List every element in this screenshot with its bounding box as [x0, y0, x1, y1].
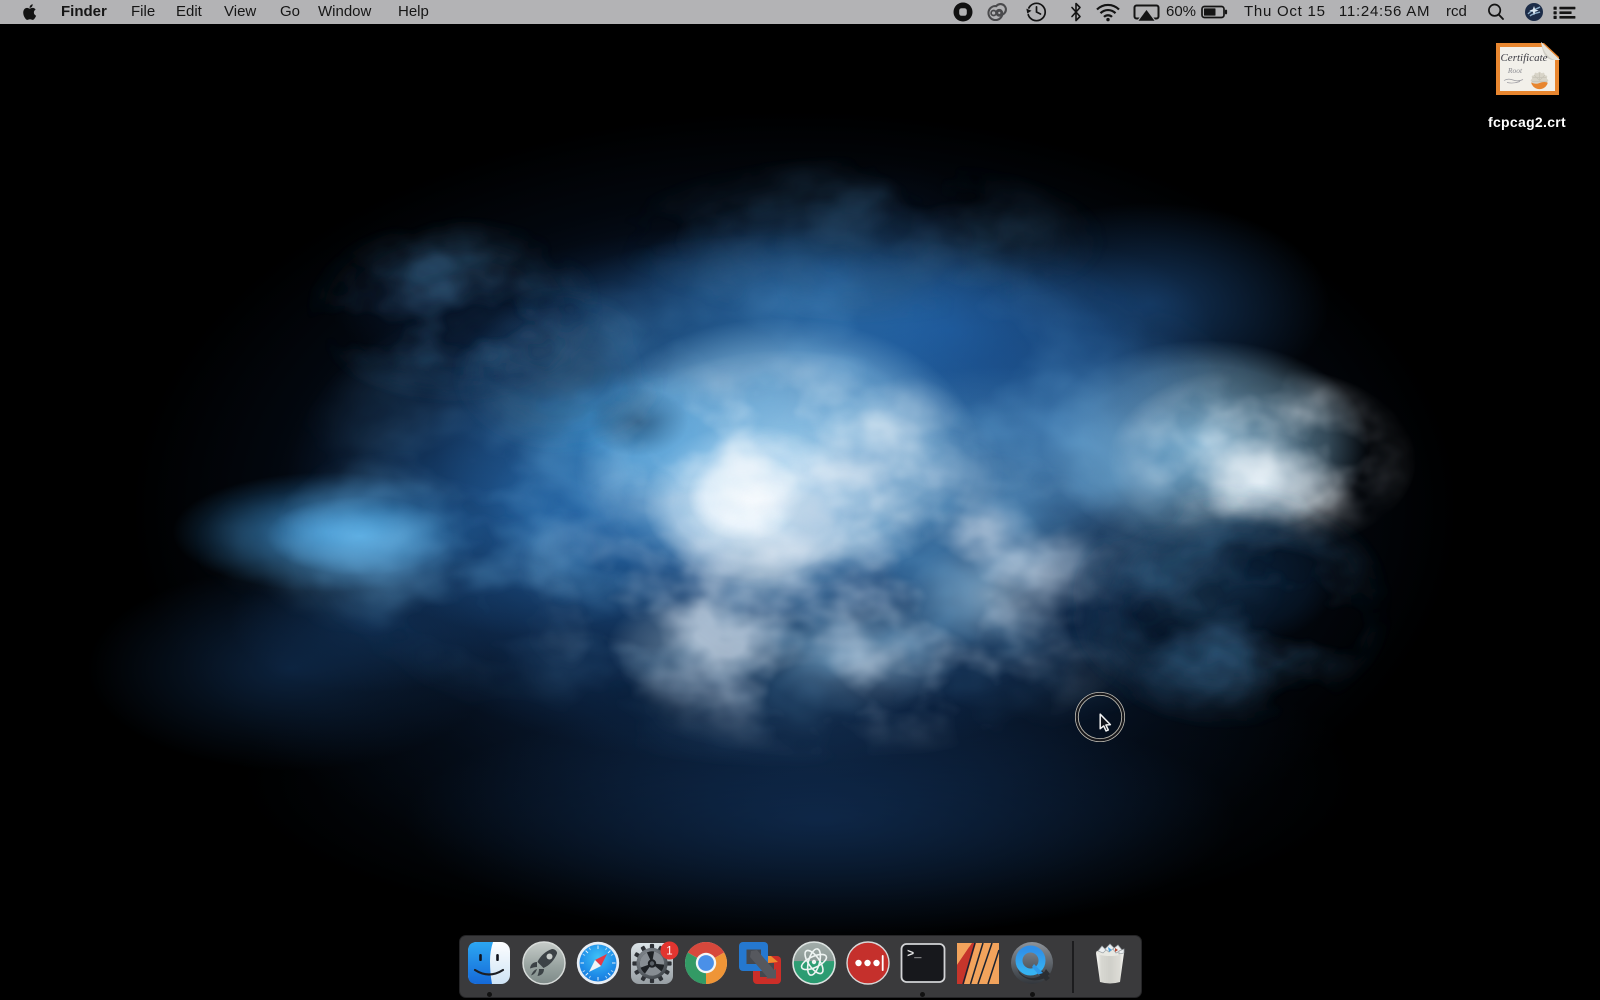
svg-text:1: 1	[666, 946, 672, 958]
svg-text:Certificate: Certificate	[1500, 52, 1547, 64]
svg-text:>_: >_	[907, 947, 922, 961]
svg-text:Root: Root	[1507, 66, 1523, 75]
